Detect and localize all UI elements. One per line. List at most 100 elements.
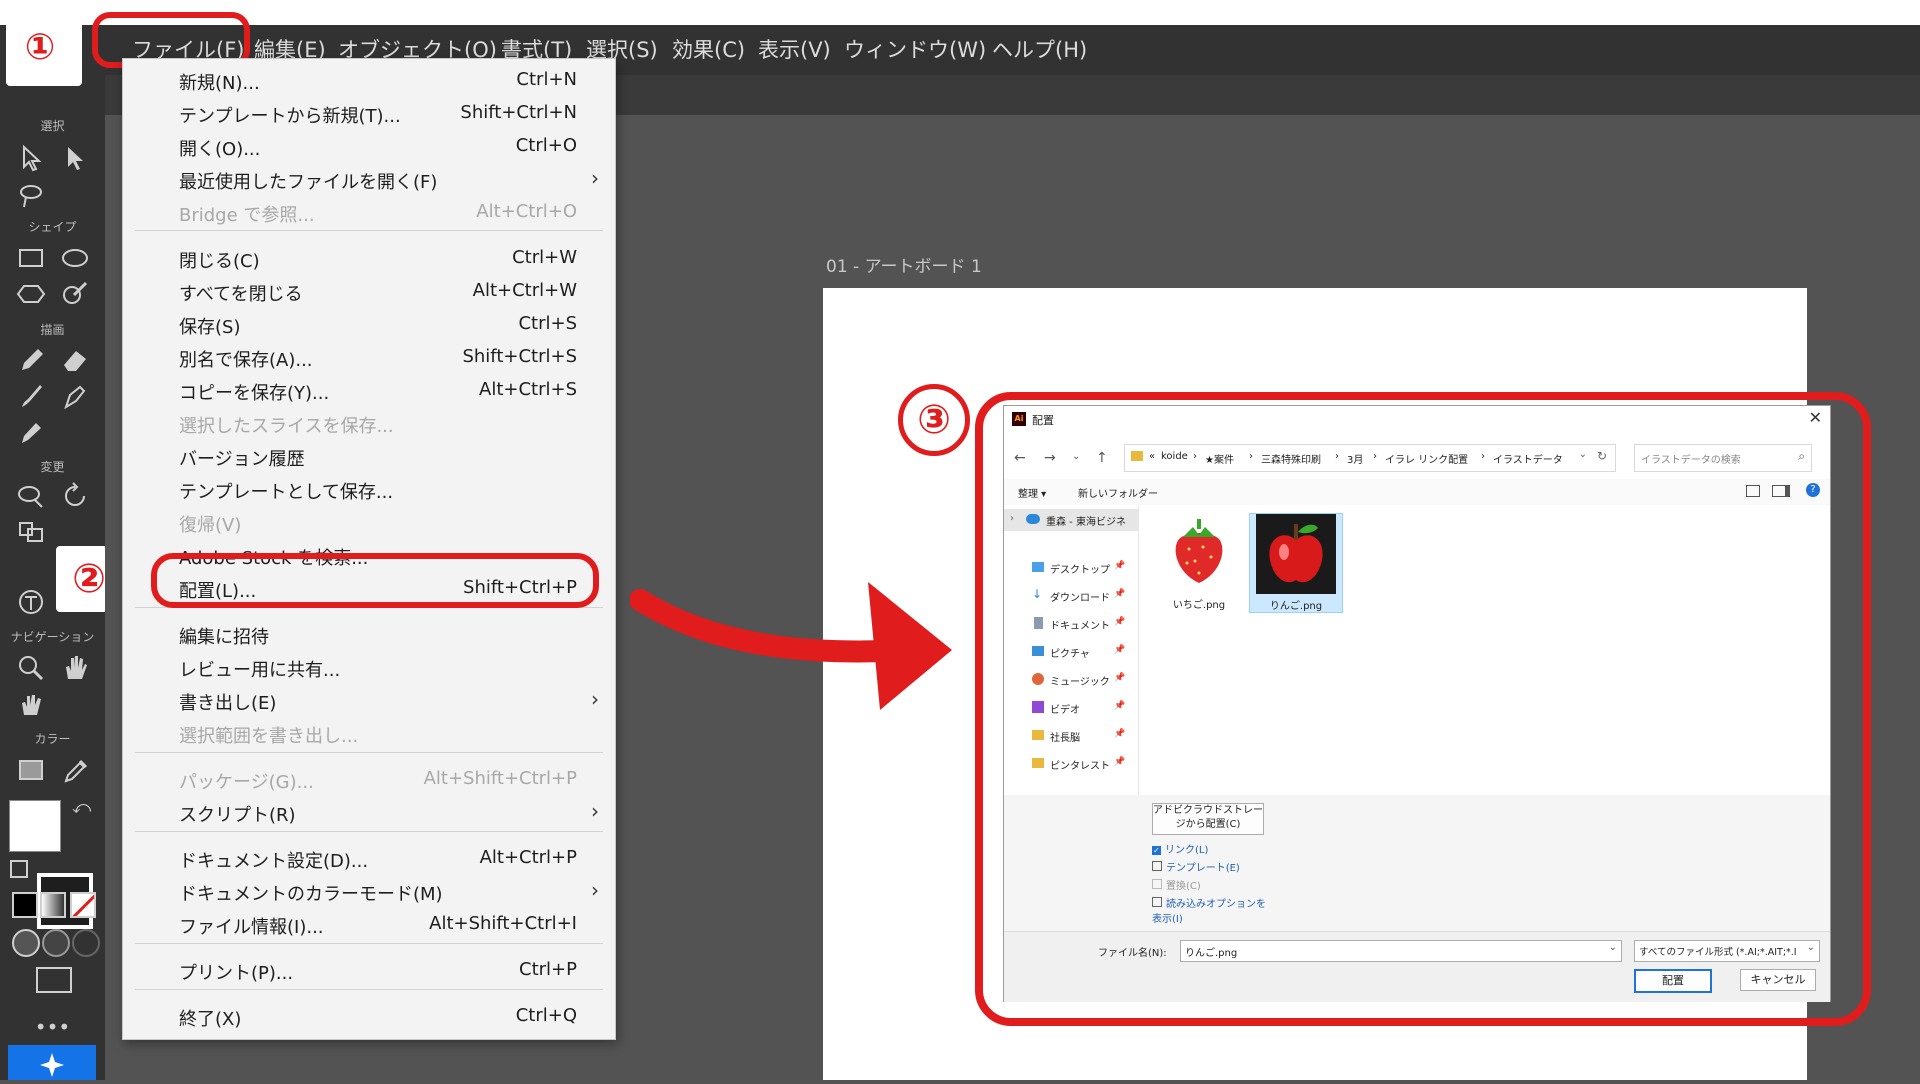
menu-item-export[interactable]: 書き出し(E) › — [123, 685, 615, 715]
menu-item-save-copy[interactable]: コピーを保存(Y)... Alt+Ctrl+S — [123, 375, 615, 405]
sidebar-item-folder-2[interactable]: ピンタレスト 📌 — [1004, 753, 1138, 775]
place-button[interactable]: 配置 — [1634, 969, 1712, 993]
menu-item-invite-to-edit[interactable]: 編集に招待 — [123, 619, 615, 649]
breadcrumb-item[interactable]: koide — [1161, 451, 1188, 462]
none-mode-icon[interactable] — [70, 892, 96, 918]
menu-item-scripts[interactable]: スクリプト(R) › — [123, 797, 615, 827]
checkbox-icon[interactable] — [1152, 897, 1162, 907]
menu-item-open-recent[interactable]: 最近使用したファイルを開く(F) › — [123, 164, 615, 194]
chevron-down-icon[interactable]: ⌄ — [1609, 942, 1617, 953]
checkbox-checked-icon[interactable]: ✓ — [1152, 846, 1161, 855]
sidebar-item-downloads[interactable]: ↓ ダウンロード 📌 — [1004, 585, 1138, 607]
sidebar-item-documents[interactable]: ドキュメント 📌 — [1004, 613, 1138, 635]
gradient-mode-icon[interactable] — [40, 892, 66, 918]
organize-button[interactable]: 整理 ▾ — [1018, 485, 1046, 500]
sidebar-item-folder-1[interactable]: 社長脳 📌 — [1004, 725, 1138, 747]
file-item-apple-selected[interactable]: りんご.png — [1249, 513, 1343, 613]
screen-mode-icon[interactable] — [36, 967, 72, 993]
new-folder-button[interactable]: 新しいフォルダー — [1078, 485, 1158, 500]
ellipse-tool-icon[interactable] — [58, 241, 92, 275]
option-template[interactable]: テンプレート(E) — [1152, 859, 1240, 874]
menu-item-save-as[interactable]: 別名で保存(A)... Shift+Ctrl+S — [123, 342, 615, 372]
option-show-import-options[interactable]: 読み込みオプションを表示(I) — [1152, 895, 1272, 925]
menu-item-version-history[interactable]: バージョン履歴 — [123, 441, 615, 471]
breadcrumb-item[interactable]: 3月 — [1347, 451, 1363, 466]
menu-item-open[interactable]: 開く(O)... Ctrl+O — [123, 131, 615, 161]
swap-colors-icon[interactable]: ⤺ — [72, 797, 91, 818]
blob-brush-tool-icon[interactable] — [14, 415, 48, 449]
menu-item-close-all[interactable]: すべてを閉じる Alt+Ctrl+W — [123, 276, 615, 306]
free-transform-tool-icon[interactable] — [14, 515, 48, 549]
breadcrumb-item[interactable]: 三森特殊印刷 — [1261, 451, 1321, 466]
preview-pane-icon[interactable] — [1772, 485, 1790, 497]
direct-selection-tool-icon[interactable] — [58, 141, 92, 175]
chevron-down-icon[interactable]: ⌄ — [1806, 942, 1815, 953]
menu-item-file-info[interactable]: ファイル情報(I)... Alt+Shift+Ctrl+I — [123, 909, 615, 939]
rotate-tool-icon[interactable] — [58, 479, 92, 513]
help-icon[interactable]: ? — [1806, 483, 1820, 497]
menu-item-new[interactable]: 新規(N)... Ctrl+N — [123, 65, 615, 95]
menu-help[interactable]: ヘルプ(H) — [992, 25, 1087, 75]
rotate-view-tool-icon[interactable] — [14, 687, 48, 721]
address-bar[interactable]: « koide › ★案件 › 三森特殊印刷 › 3月 › イラレ リンク配置 … — [1124, 444, 1616, 472]
menu-item-document-color-mode[interactable]: ドキュメントのカラーモード(M) › — [123, 876, 615, 906]
adobe-cloud-storage-button[interactable]: アドビクラウドストレージから配置(C) — [1152, 803, 1264, 835]
address-dropdown-icon[interactable]: ⌄ — [1579, 449, 1587, 460]
breadcrumb-item[interactable]: イラレ リンク配置 — [1385, 451, 1468, 466]
checkbox-icon[interactable] — [1152, 861, 1162, 871]
hand-tool-icon[interactable] — [58, 651, 92, 685]
close-icon[interactable]: ✕ — [1809, 408, 1822, 427]
file-item-strawberry[interactable]: いちご.png — [1153, 513, 1245, 611]
selection-tool-icon[interactable] — [14, 141, 48, 175]
menu-item-close[interactable]: 閉じる(C) Ctrl+W — [123, 243, 615, 273]
rectangle-tool-icon[interactable] — [14, 241, 48, 275]
shape-builder-tool-icon[interactable] — [14, 479, 48, 513]
option-link[interactable]: ✓ リンク(L) — [1152, 841, 1208, 856]
menu-item-save[interactable]: 保存(S) Ctrl+S — [123, 309, 615, 339]
recent-dropdown-icon[interactable]: ⌄ — [1072, 451, 1080, 462]
sidebar-item-videos[interactable]: ビデオ 📌 — [1004, 697, 1138, 719]
gradient-tool-icon[interactable] — [14, 753, 48, 787]
search-box[interactable]: イラストデータの検索 ⌕ — [1634, 444, 1812, 472]
draw-behind-icon[interactable] — [42, 929, 70, 957]
menu-item-new-from-template[interactable]: テンプレートから新規(T)... Shift+Ctrl+N — [123, 98, 615, 128]
pencil-tool-icon[interactable] — [14, 343, 48, 377]
menu-view[interactable]: 表示(V) — [758, 25, 831, 75]
pen-tool-icon[interactable] — [58, 379, 92, 413]
draw-normal-icon[interactable] — [12, 929, 40, 957]
draw-inside-icon[interactable] — [72, 929, 100, 957]
eraser-tool-icon[interactable] — [58, 343, 92, 377]
generative-tool-icon[interactable] — [8, 1045, 96, 1080]
brush-tool-icon[interactable] — [14, 379, 48, 413]
search-icon[interactable]: ⌕ — [1798, 449, 1805, 464]
menu-window[interactable]: ウィンドウ(W) — [844, 25, 986, 75]
polygon-tool-icon[interactable] — [14, 277, 48, 311]
more-tools-icon[interactable]: ••• — [0, 1015, 105, 1039]
sidebar-item-desktop[interactable]: デスクトップ 📌 — [1004, 557, 1138, 579]
menu-item-share-for-review[interactable]: レビュー用に共有... — [123, 652, 615, 682]
sidebar-item-pictures[interactable]: ピクチャ 📌 — [1004, 641, 1138, 663]
sidebar-item-music[interactable]: ミュージック 📌 — [1004, 669, 1138, 691]
refresh-icon[interactable]: ↻ — [1597, 449, 1607, 463]
filetype-select[interactable]: すべてのファイル形式 (*.AI;*.AIT;*.I ⌄ — [1634, 940, 1820, 962]
back-icon[interactable]: ← — [1014, 450, 1026, 466]
menu-item-document-setup[interactable]: ドキュメント設定(D)... Alt+Ctrl+P — [123, 843, 615, 873]
shaper-tool-icon[interactable] — [58, 277, 92, 311]
sidebar-item-cloud[interactable]: › 重森 - 東海ビジネ — [1004, 509, 1138, 531]
eyedropper-tool-icon[interactable] — [58, 753, 92, 787]
menu-item-save-as-template[interactable]: テンプレートとして保存... — [123, 474, 615, 504]
fill-color-swatch[interactable] — [9, 800, 61, 852]
filename-input[interactable]: りんご.png ⌄ — [1180, 940, 1622, 962]
menu-item-print[interactable]: プリント(P)... Ctrl+P — [123, 955, 615, 985]
zoom-tool-icon[interactable] — [14, 651, 48, 685]
lasso-tool-icon[interactable] — [14, 179, 48, 213]
breadcrumb-item[interactable]: ★案件 — [1205, 451, 1234, 466]
breadcrumb-item[interactable]: イラストデータ — [1493, 451, 1563, 466]
type-tool-icon[interactable] — [14, 585, 48, 619]
forward-icon[interactable]: → — [1044, 450, 1056, 466]
menu-effect[interactable]: 効果(C) — [672, 25, 745, 75]
view-options-icon[interactable] — [1746, 485, 1760, 497]
up-icon[interactable]: ↑ — [1096, 450, 1108, 466]
color-mode-icon[interactable] — [12, 892, 38, 918]
menu-item-exit[interactable]: 終了(X) Ctrl+Q — [123, 1001, 615, 1031]
